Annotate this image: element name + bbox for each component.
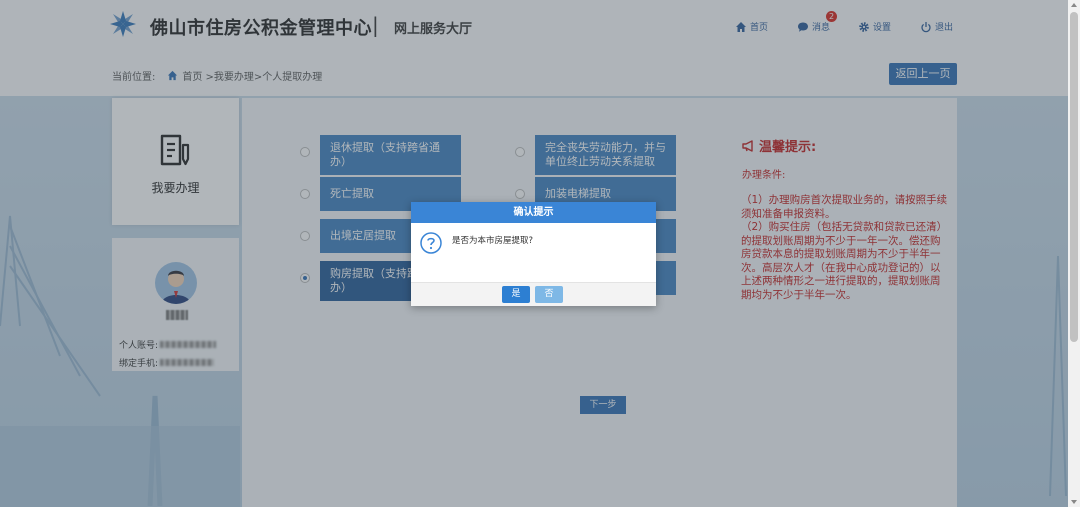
confirm-no-button[interactable]: 否 [535, 286, 563, 303]
dialog-footer: 是 否 [411, 282, 656, 306]
page: 佛山市住房公积金管理中心 | 网上服务大厅 首页 消息 2 设置 退出 当前位置… [0, 0, 1068, 507]
scroll-up-arrow-icon[interactable] [1071, 3, 1077, 7]
dialog-title: 确认提示 [411, 202, 656, 223]
question-icon [420, 232, 442, 254]
confirm-yes-button[interactable]: 是 [502, 286, 530, 303]
scroll-thumb[interactable] [1070, 12, 1078, 342]
vertical-scrollbar[interactable] [1068, 0, 1080, 507]
scroll-down-arrow-icon[interactable] [1071, 500, 1077, 504]
dialog-message: 是否为本市房屋提取? [452, 236, 534, 246]
confirm-dialog: 确认提示 是否为本市房屋提取? 是 否 [411, 202, 656, 306]
